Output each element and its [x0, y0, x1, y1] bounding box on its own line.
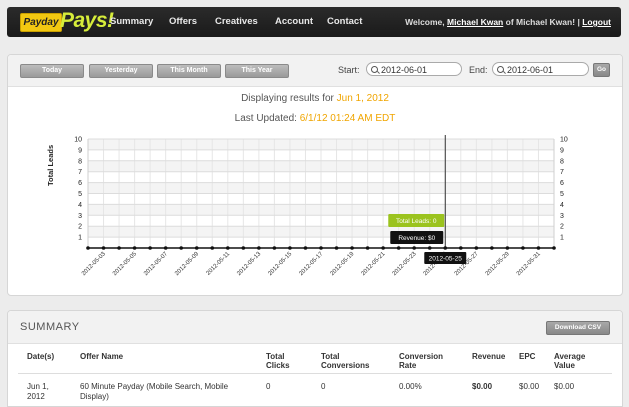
data-point [179, 246, 183, 250]
y-tick-label-right: 7 [560, 169, 564, 176]
data-point [86, 246, 90, 250]
y-tick-label-left: 5 [78, 191, 82, 198]
cell-revenue: $0.00 [472, 382, 493, 391]
data-point [210, 246, 215, 250]
data-point [474, 246, 479, 250]
data-point [272, 246, 277, 250]
y-tick-label-right: 8 [560, 158, 564, 165]
data-point [241, 246, 246, 250]
y-tick-label-right: 5 [560, 191, 564, 198]
x-tick-label: 2012-05-11 [206, 251, 232, 277]
x-tick-label: 2012-05-17 [298, 251, 324, 277]
data-point [396, 246, 401, 250]
data-point [226, 246, 230, 250]
y-tick-label-left: 8 [78, 158, 82, 165]
summary-title: SUMMARY [20, 321, 80, 333]
table-divider [18, 373, 612, 374]
tooltip-leads-text: Total Leads: 0 [396, 218, 437, 225]
data-point [303, 246, 308, 250]
x-tick-label: 2012-05-07 [143, 251, 169, 277]
y-tick-label-right: 9 [560, 147, 564, 154]
header-average-value[interactable]: Average Value [554, 352, 594, 370]
y-tick-label-left: 4 [78, 202, 82, 209]
data-point [257, 246, 261, 250]
cell-total-conversions: 0 [321, 382, 326, 391]
cell-epc: $0.00 [519, 382, 540, 391]
data-point [148, 246, 152, 250]
x-tick-label: 2012-05-31 [516, 251, 542, 277]
data-point [163, 246, 168, 250]
y-tick-label-right: 3 [560, 213, 564, 220]
x-tick-label: 2012-05-03 [81, 251, 107, 277]
x-tick-label: 2012-05-13 [236, 251, 262, 277]
data-point [334, 246, 339, 250]
cell-offer-name[interactable]: 60 Minute Payday (Mobile Search, Mobile … [80, 382, 255, 402]
y-tick-label-left: 3 [78, 213, 82, 220]
download-csv-button[interactable]: Download CSV [546, 321, 610, 335]
data-point [319, 246, 323, 250]
header-total-conversions[interactable]: Total Conversions [321, 352, 379, 370]
data-point [552, 246, 556, 250]
data-point [101, 246, 106, 250]
summary-header: SUMMARY Download CSV [8, 311, 622, 344]
x-tick-label: 2012-05-29 [485, 251, 511, 277]
y-tick-label-right: 4 [560, 202, 564, 209]
header-offer-name[interactable]: Offer Name [80, 352, 170, 361]
data-point [521, 246, 525, 250]
data-point [536, 246, 541, 250]
data-point [412, 246, 417, 250]
header-dates[interactable]: Date(s) [27, 352, 67, 361]
y-tick-label-right: 2 [560, 224, 564, 231]
data-point [365, 246, 370, 250]
y-tick-label-right: 6 [560, 180, 564, 187]
cell-average-value: $0.00 [554, 382, 575, 391]
tooltip-revenue-text: Revenue: $0 [398, 235, 435, 242]
data-point [194, 246, 199, 250]
y-tick-label-left: 2 [78, 224, 82, 231]
cell-total-clicks: 0 [266, 382, 271, 391]
cell-date: Jun 1, 2012 [27, 382, 49, 401]
data-point [443, 246, 448, 250]
y-tick-label-left: 10 [74, 137, 82, 144]
tooltip-date-text: 2012-05-25 [429, 256, 463, 263]
data-point [132, 246, 137, 250]
header-epc[interactable]: EPC [519, 352, 539, 361]
data-point [490, 246, 494, 250]
data-point [505, 246, 510, 250]
header-revenue[interactable]: Revenue [472, 352, 512, 361]
data-point [117, 246, 121, 250]
x-tick-label: 2012-05-21 [361, 251, 387, 277]
header-conversion-rate[interactable]: Conversion Rate [399, 352, 447, 370]
cell-conversion-rate: 0.00% [399, 382, 422, 391]
x-tick-label: 2012-05-09 [174, 251, 200, 277]
y-tick-label-left: 7 [78, 169, 82, 176]
x-tick-label: 2012-05-05 [112, 251, 138, 277]
x-tick-label: 2012-05-23 [392, 251, 418, 277]
y-tick-label-right: 1 [560, 235, 564, 242]
data-point [350, 246, 354, 250]
y-tick-label-left: 1 [78, 235, 82, 242]
data-point [288, 246, 292, 250]
x-tick-label: 2012-05-19 [330, 251, 356, 277]
data-point [381, 246, 385, 250]
y-tick-label-left: 6 [78, 180, 82, 187]
summary-panel: SUMMARY Download CSV Date(s) Offer Name … [7, 310, 623, 407]
data-point [459, 246, 463, 250]
x-tick-label: 2012-05-15 [267, 251, 293, 277]
header-total-clicks[interactable]: Total Clicks [266, 352, 300, 370]
y-tick-label-left: 9 [78, 147, 82, 154]
y-tick-label-right: 10 [560, 137, 568, 144]
data-point [427, 246, 432, 250]
